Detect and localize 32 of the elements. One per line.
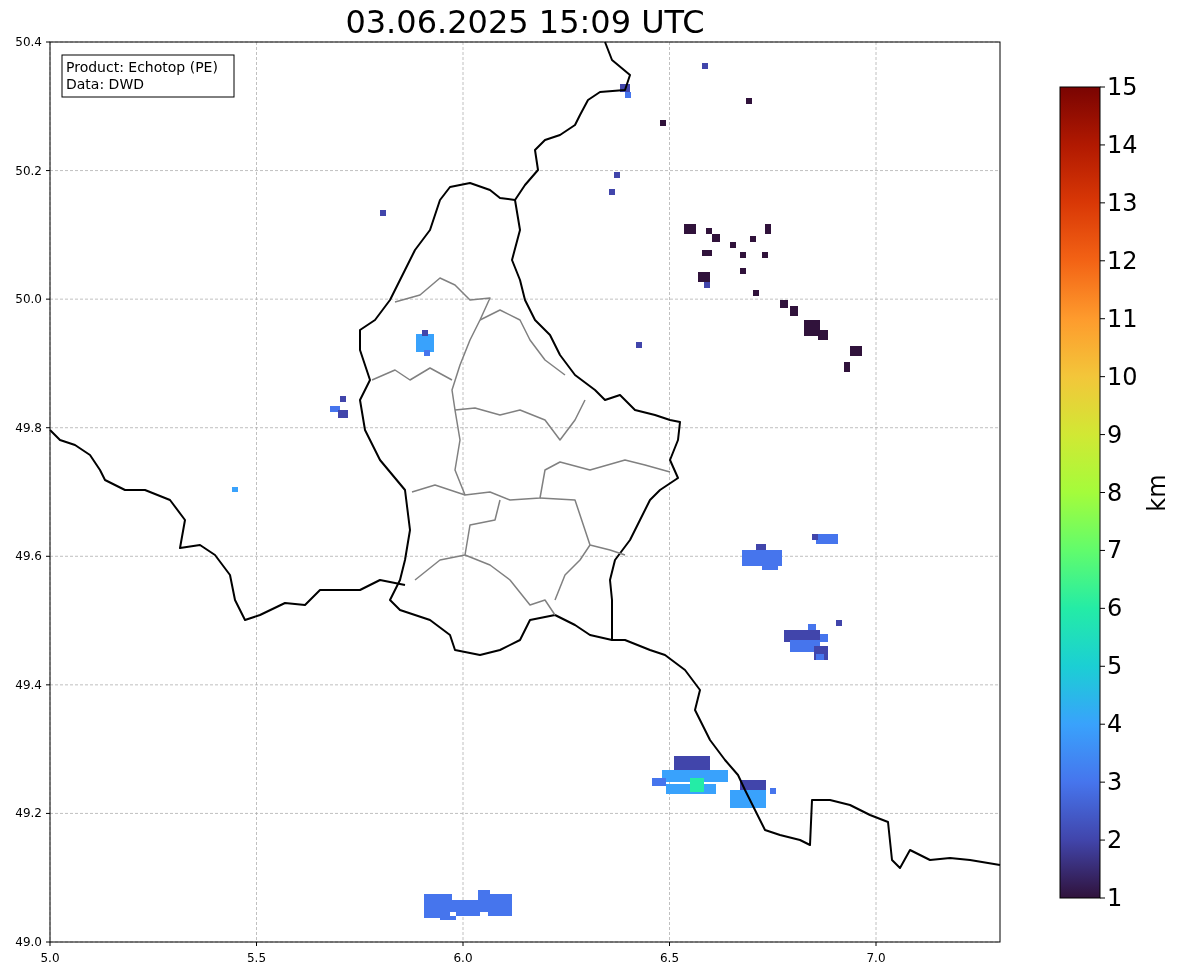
y-tick-label: 49.2 xyxy=(15,806,42,821)
x-tick-label: 5.0 xyxy=(40,951,60,965)
colorbar-tick-label: 3 xyxy=(1107,768,1123,797)
y-tick-label: 49.6 xyxy=(15,549,42,564)
colorbar-label: km xyxy=(1143,474,1171,512)
colorbar-tick-label: 7 xyxy=(1107,536,1123,565)
chart-title: 03.06.2025 15:09 UTC xyxy=(345,3,705,41)
colorbar-tick-label: 4 xyxy=(1107,710,1123,739)
y-tick-label: 49.0 xyxy=(15,935,42,949)
y-tick-label: 50.4 xyxy=(15,35,42,49)
colorbar-tick-label: 9 xyxy=(1107,420,1123,449)
x-tick-label: 7.0 xyxy=(866,951,886,965)
colorbar-tick-label: 6 xyxy=(1107,594,1123,623)
colorbar-tick-label: 13 xyxy=(1107,188,1138,217)
x-tick-label: 6.0 xyxy=(453,951,473,965)
colorbar-tick-label: 5 xyxy=(1107,652,1123,681)
y-tick-label: 49.4 xyxy=(15,677,42,692)
colorbar-tick-label: 14 xyxy=(1107,130,1138,159)
colorbar-tick-label: 8 xyxy=(1107,478,1123,507)
x-tick-label: 6.5 xyxy=(659,951,680,965)
y-tick-label: 50.0 xyxy=(15,292,42,307)
colorbar-tick-label: 10 xyxy=(1107,362,1138,391)
y-tick-label: 49.8 xyxy=(15,420,42,435)
colorbar-tick-label: 11 xyxy=(1107,304,1138,333)
x-tick-label: 5.5 xyxy=(246,951,267,965)
y-tick-label: 50.2 xyxy=(15,163,42,178)
colorbar-tick-label: 2 xyxy=(1107,826,1123,855)
colorbar-tick-label: 15 xyxy=(1107,73,1138,101)
colorbar-tick-label: 12 xyxy=(1107,246,1138,275)
info-text: Data: DWD xyxy=(66,76,144,92)
colorbar-tick-label: 1 xyxy=(1107,884,1123,912)
info-text: Product: Echotop (PE) xyxy=(66,59,218,75)
